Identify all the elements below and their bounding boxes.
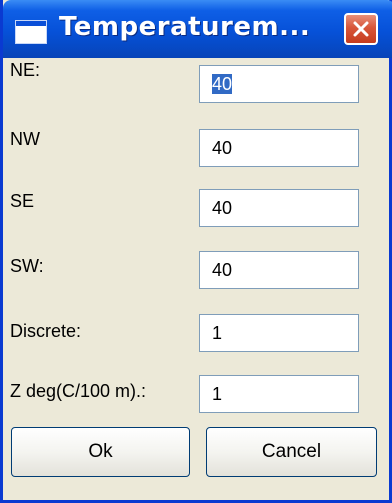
se-value: 40 bbox=[212, 198, 233, 218]
window-icon bbox=[15, 20, 47, 44]
cancel-button[interactable]: Cancel bbox=[206, 427, 377, 477]
nw-label: NW bbox=[10, 129, 40, 149]
sw-value: 40 bbox=[212, 260, 233, 280]
nw-field[interactable]: 40 bbox=[199, 129, 359, 167]
window-title: Temperaturem... bbox=[59, 12, 311, 42]
sw-label: SW: bbox=[10, 256, 44, 276]
se-label: SE bbox=[10, 191, 35, 211]
close-icon bbox=[353, 21, 369, 37]
z-deg-value: 1 bbox=[212, 384, 223, 404]
ne-field[interactable]: 40 bbox=[199, 65, 359, 103]
nw-value: 40 bbox=[212, 138, 233, 158]
discrete-value: 1 bbox=[212, 323, 223, 343]
ok-button[interactable]: Ok bbox=[11, 427, 190, 477]
close-button[interactable] bbox=[344, 13, 378, 45]
z-deg-label: Z deg(C/100 m).: bbox=[10, 381, 147, 401]
ne-label: NE: bbox=[10, 60, 41, 80]
title-bar[interactable]: Temperaturem... bbox=[3, 0, 392, 58]
ne-value: 40 bbox=[212, 74, 233, 94]
discrete-field[interactable]: 1 bbox=[199, 314, 359, 352]
discrete-label: Discrete: bbox=[10, 321, 82, 341]
sw-field[interactable]: 40 bbox=[199, 251, 359, 289]
se-field[interactable]: 40 bbox=[199, 189, 359, 227]
z-deg-field[interactable]: 1 bbox=[199, 375, 359, 413]
